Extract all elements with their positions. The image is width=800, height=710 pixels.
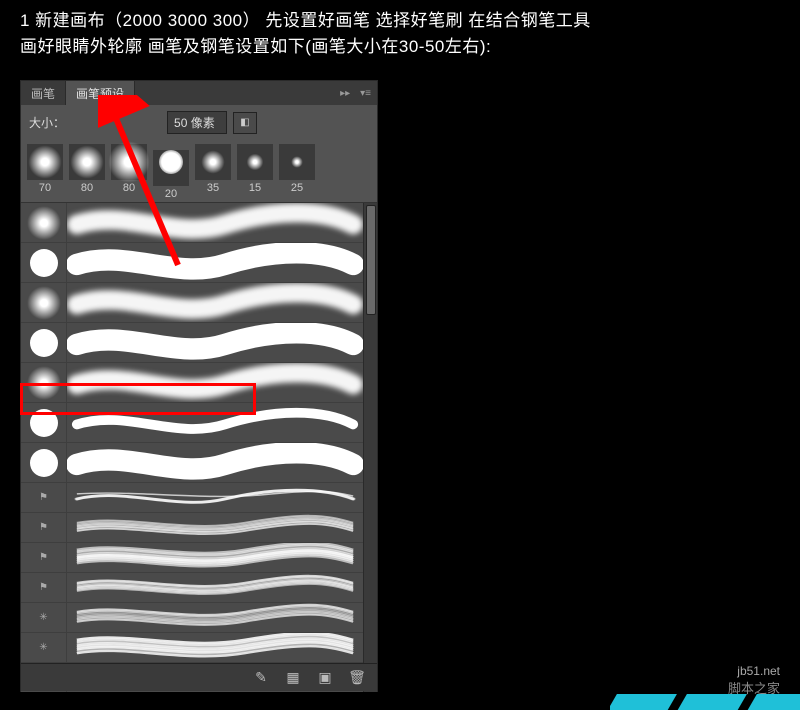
preset-row: 70 80 80 20 35 15 25: [21, 140, 377, 202]
brush-stroke-preview: [67, 483, 363, 512]
brush-row[interactable]: [21, 363, 363, 403]
brush-tip-icon: ⚑: [21, 513, 67, 542]
size-row: 大小： 50 像素 ◧: [21, 105, 377, 140]
preset-item[interactable]: 70: [25, 144, 65, 200]
tab-brush-presets[interactable]: 画笔预设: [66, 81, 135, 105]
brush-row[interactable]: ⚑: [21, 543, 363, 573]
brush-row[interactable]: [21, 443, 363, 483]
brush-stroke-preview: [67, 283, 363, 322]
brush-row[interactable]: ⚑: [21, 483, 363, 513]
brush-tip-icon: [21, 283, 67, 322]
brush-tip-icon: [21, 443, 67, 482]
brush-tip-icon: [21, 363, 67, 402]
brush-stroke-preview: [67, 243, 363, 282]
brush-row[interactable]: [21, 283, 363, 323]
brush-stroke-preview: [67, 513, 363, 542]
instruction-line-2: 画好眼睛外轮廓 画笔及钢笔设置如下(画笔大小在30-50左右):: [20, 34, 780, 60]
brush-row[interactable]: ⚑: [21, 573, 363, 603]
brush-row[interactable]: [21, 243, 363, 283]
brush-tip-icon: [21, 403, 67, 442]
preset-item[interactable]: 25: [277, 144, 317, 200]
brush-stroke-preview: [67, 633, 363, 662]
brush-row[interactable]: [21, 203, 363, 243]
brush-tip-icon: [21, 203, 67, 242]
brush-tip-icon: ✳: [21, 603, 67, 632]
brush-tip-icon: [21, 323, 67, 362]
brush-row[interactable]: ✳: [21, 603, 363, 633]
brush-tip-icon: [21, 243, 67, 282]
delete-icon[interactable]: 🗑: [347, 668, 367, 688]
brush-row[interactable]: [21, 403, 363, 443]
brush-stroke-preview: [67, 403, 363, 442]
preset-item[interactable]: 15: [235, 144, 275, 200]
size-value-field[interactable]: 50 像素: [167, 111, 227, 134]
preset-item[interactable]: 35: [193, 144, 233, 200]
brush-list: ⚑ ⚑ ⚑ ⚑ ✳ ✳ ■ ■ ■: [21, 202, 377, 692]
brush-stroke-preview: [67, 573, 363, 602]
toggle-preview-icon[interactable]: ◧: [233, 112, 257, 134]
collapse-icon[interactable]: ▸▸: [340, 88, 350, 99]
size-label: 大小：: [29, 114, 65, 131]
brush-row[interactable]: ✳: [21, 633, 363, 663]
instruction-line-1: 1 新建画布（2000 3000 300） 先设置好画笔 选择好笔刷 在结合钢笔…: [20, 8, 780, 34]
preset-item[interactable]: 80: [109, 144, 149, 200]
brush-tip-icon: ✳: [21, 633, 67, 662]
brush-stroke-preview: [67, 603, 363, 632]
brush-presets-panel: 画笔 画笔预设 ▸▸ ▾≡ 大小： 50 像素 ◧ 70 80 80 20 35…: [20, 80, 378, 692]
panel-menu-icon[interactable]: ▾≡: [360, 88, 371, 99]
preset-item[interactable]: 80: [67, 144, 107, 200]
size-slider[interactable]: [71, 116, 161, 130]
brush-tip-icon: ⚑: [21, 543, 67, 572]
panel-tabs: 画笔 画笔预设 ▸▸ ▾≡: [21, 81, 377, 105]
footer-decor: [610, 670, 800, 710]
scroll-thumb[interactable]: [366, 205, 376, 315]
instruction-text: 1 新建画布（2000 3000 300） 先设置好画笔 选择好笔刷 在结合钢笔…: [0, 0, 800, 67]
brush-stroke-preview: [67, 323, 363, 362]
brush-row[interactable]: ⚑: [21, 513, 363, 543]
brush-pose-icon[interactable]: ✎: [251, 668, 271, 688]
brush-stroke-preview: [67, 543, 363, 572]
live-tip-icon[interactable]: ▦: [283, 668, 303, 688]
brush-tip-icon: ⚑: [21, 483, 67, 512]
brush-tip-icon: ⚑: [21, 573, 67, 602]
brush-stroke-preview: [67, 203, 363, 242]
brush-stroke-preview: [67, 443, 363, 482]
preset-item[interactable]: 20: [151, 144, 191, 200]
tab-brush[interactable]: 画笔: [21, 81, 66, 105]
brush-scroll-area: ⚑ ⚑ ⚑ ⚑ ✳ ✳ ■ ■ ■: [21, 203, 363, 692]
scrollbar[interactable]: [363, 203, 377, 692]
brush-row[interactable]: [21, 323, 363, 363]
new-brush-icon[interactable]: ▣: [315, 668, 335, 688]
brush-stroke-preview: [67, 363, 363, 402]
panel-bottom-bar: ✎ ▦ ▣ 🗑: [21, 663, 377, 691]
